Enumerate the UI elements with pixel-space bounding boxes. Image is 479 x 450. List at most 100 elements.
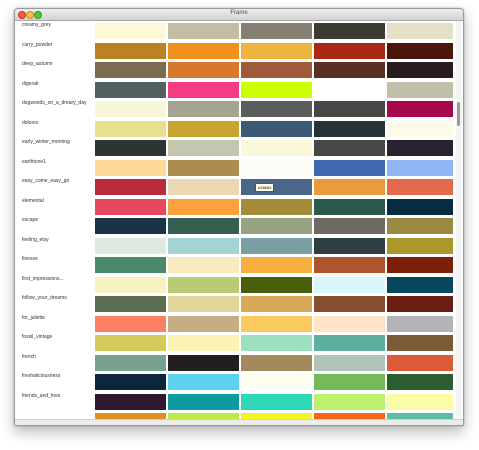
color-swatch[interactable]	[387, 257, 453, 273]
color-swatch[interactable]	[168, 101, 239, 117]
color-swatch[interactable]	[168, 276, 239, 293]
color-swatch[interactable]	[168, 257, 239, 273]
color-swatch[interactable]	[241, 159, 312, 176]
color-swatch[interactable]	[241, 354, 312, 371]
color-swatch[interactable]	[95, 101, 166, 117]
color-swatch[interactable]	[241, 335, 312, 351]
color-swatch[interactable]	[168, 120, 239, 137]
color-swatch[interactable]	[314, 140, 385, 156]
color-swatch[interactable]	[241, 101, 312, 117]
color-swatch[interactable]	[387, 374, 453, 390]
color-swatch[interactable]	[168, 140, 239, 156]
color-swatch[interactable]	[314, 393, 385, 410]
color-swatch[interactable]	[168, 354, 239, 371]
horizontal-scrollbar[interactable]	[15, 419, 463, 425]
scroll-thumb[interactable]	[457, 102, 460, 126]
color-swatch[interactable]	[168, 23, 239, 39]
color-swatch[interactable]	[241, 315, 312, 332]
color-swatch[interactable]	[387, 120, 453, 137]
color-swatch[interactable]	[168, 335, 239, 351]
color-swatch[interactable]	[387, 393, 453, 410]
color-swatch[interactable]	[241, 120, 312, 137]
color-swatch[interactable]	[314, 23, 385, 39]
color-swatch[interactable]	[95, 296, 166, 312]
color-swatch[interactable]	[241, 42, 312, 59]
color-swatch[interactable]	[314, 42, 385, 59]
color-swatch[interactable]	[314, 159, 385, 176]
color-swatch[interactable]	[387, 23, 453, 39]
color-swatch[interactable]	[387, 101, 453, 117]
color-swatch[interactable]	[314, 120, 385, 137]
color-swatch[interactable]	[95, 159, 166, 176]
color-swatch[interactable]	[241, 81, 312, 98]
color-swatch[interactable]	[95, 354, 166, 371]
color-swatch[interactable]	[95, 218, 166, 234]
color-swatch[interactable]	[168, 237, 239, 254]
color-swatch[interactable]	[168, 159, 239, 176]
color-swatch[interactable]	[387, 237, 453, 254]
color-swatch[interactable]	[314, 237, 385, 254]
color-swatch[interactable]	[314, 179, 385, 195]
color-swatch[interactable]	[314, 374, 385, 390]
color-swatch[interactable]	[387, 198, 453, 215]
color-swatch[interactable]	[95, 374, 166, 390]
title-bar[interactable]: Frame	[15, 9, 463, 21]
color-swatch[interactable]	[168, 42, 239, 59]
color-swatch[interactable]	[241, 393, 312, 410]
color-swatch[interactable]	[95, 23, 166, 39]
color-swatch[interactable]	[95, 257, 166, 273]
color-swatch[interactable]	[241, 257, 312, 273]
color-swatch[interactable]	[168, 179, 239, 195]
color-swatch[interactable]	[241, 374, 312, 390]
color-swatch[interactable]	[387, 218, 453, 234]
color-swatch[interactable]	[95, 81, 166, 98]
color-swatch[interactable]	[168, 81, 239, 98]
color-swatch[interactable]	[168, 62, 239, 78]
color-swatch[interactable]	[168, 198, 239, 215]
color-swatch[interactable]	[314, 62, 385, 78]
color-swatch[interactable]	[241, 62, 312, 78]
color-swatch[interactable]	[387, 159, 453, 176]
color-swatch[interactable]	[314, 218, 385, 234]
color-swatch[interactable]	[387, 315, 453, 332]
color-swatch[interactable]	[95, 335, 166, 351]
color-swatch[interactable]	[168, 374, 239, 390]
color-swatch[interactable]	[387, 62, 453, 78]
color-swatch[interactable]	[314, 81, 385, 98]
color-swatch[interactable]	[241, 140, 312, 156]
color-swatch[interactable]	[314, 315, 385, 332]
color-swatch[interactable]	[314, 296, 385, 312]
color-swatch[interactable]	[241, 23, 312, 39]
color-swatch[interactable]	[314, 101, 385, 117]
color-swatch[interactable]	[95, 276, 166, 293]
color-swatch[interactable]	[95, 393, 166, 410]
color-swatch[interactable]	[314, 335, 385, 351]
color-swatch[interactable]	[241, 296, 312, 312]
color-swatch[interactable]	[241, 276, 312, 293]
color-swatch[interactable]	[241, 198, 312, 215]
color-swatch[interactable]	[95, 315, 166, 332]
color-swatch[interactable]	[95, 179, 166, 195]
color-swatch[interactable]	[241, 218, 312, 234]
color-swatch[interactable]	[387, 140, 453, 156]
color-swatch[interactable]	[387, 354, 453, 371]
color-swatch[interactable]	[95, 237, 166, 254]
color-swatch[interactable]	[168, 315, 239, 332]
color-swatch[interactable]	[387, 179, 453, 195]
color-swatch[interactable]	[387, 81, 453, 98]
color-swatch[interactable]	[387, 296, 453, 312]
color-swatch[interactable]	[168, 218, 239, 234]
color-swatch[interactable]	[387, 42, 453, 59]
color-swatch[interactable]	[95, 120, 166, 137]
color-swatch[interactable]	[241, 179, 312, 195]
color-swatch[interactable]	[168, 296, 239, 312]
color-swatch[interactable]	[314, 354, 385, 371]
color-swatch[interactable]	[314, 276, 385, 293]
color-swatch[interactable]	[95, 140, 166, 156]
vertical-scrollbar[interactable]	[456, 21, 462, 420]
color-swatch[interactable]	[387, 335, 453, 351]
color-swatch[interactable]	[241, 237, 312, 254]
color-swatch[interactable]	[95, 42, 166, 59]
color-swatch[interactable]	[168, 393, 239, 410]
color-swatch[interactable]	[314, 198, 385, 215]
